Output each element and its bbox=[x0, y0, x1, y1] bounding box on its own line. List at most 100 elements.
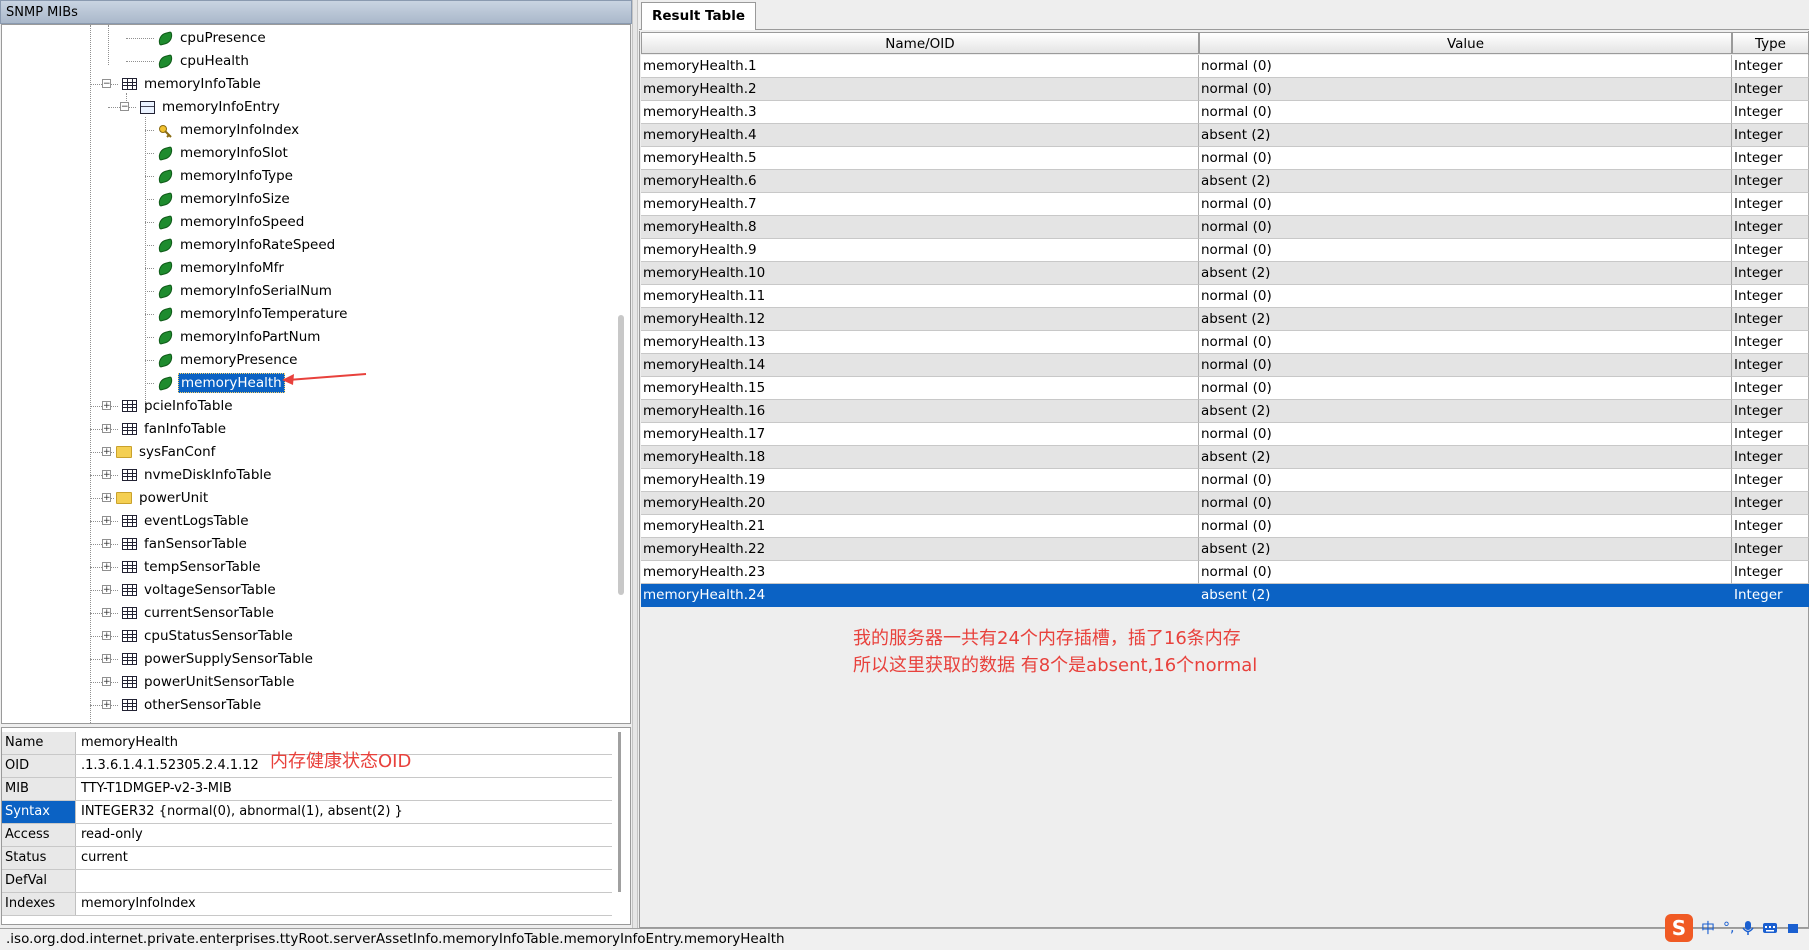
table-row[interactable]: memoryHealth.12 absent (2) Integer bbox=[641, 308, 1809, 331]
table-row[interactable]: memoryHealth.13 normal (0) Integer bbox=[641, 331, 1809, 354]
table-row[interactable]: memoryHealth.21 normal (0) Integer bbox=[641, 515, 1809, 538]
tree-node-cpuPresence[interactable]: cpuPresence bbox=[156, 27, 268, 49]
tree-node-memoryInfoSize[interactable]: memoryInfoSize bbox=[156, 188, 292, 210]
tree-node-powerUnit[interactable]: powerUnit bbox=[116, 487, 210, 509]
cell-value: normal (0) bbox=[1199, 331, 1732, 354]
property-name: Status bbox=[2, 847, 76, 869]
ime-language-indicator[interactable]: 中 bbox=[1701, 918, 1715, 938]
tree-node-cpuHealth[interactable]: cpuHealth bbox=[156, 50, 251, 72]
tree-node-memoryPresence[interactable]: memoryPresence bbox=[156, 349, 300, 371]
tree-node-label: memoryPresence bbox=[180, 352, 298, 368]
table-row[interactable]: memoryHealth.11 normal (0) Integer bbox=[641, 285, 1809, 308]
tree-node-fanInfoTable[interactable]: fanInfoTable bbox=[122, 418, 228, 440]
table-row[interactable]: memoryHealth.6 absent (2) Integer bbox=[641, 170, 1809, 193]
expand-toggle-icon[interactable]: + bbox=[102, 470, 111, 480]
tree-node-memoryInfoSerialNum[interactable]: memoryInfoSerialNum bbox=[156, 280, 334, 302]
table-row[interactable]: memoryHealth.24 absent (2) Integer bbox=[641, 584, 1809, 607]
table-row[interactable]: memoryHealth.16 absent (2) Integer bbox=[641, 400, 1809, 423]
properties-scrollbar-thumb[interactable] bbox=[618, 732, 621, 892]
expand-toggle-icon[interactable]: + bbox=[102, 608, 111, 618]
expand-toggle-icon[interactable]: + bbox=[102, 516, 111, 526]
panel-splitter[interactable] bbox=[632, 0, 638, 928]
table-row[interactable]: memoryHealth.1 normal (0) Integer bbox=[641, 55, 1809, 78]
tree-node-memoryInfoType[interactable]: memoryInfoType bbox=[156, 165, 295, 187]
tree-node-memoryInfoEntry[interactable]: memoryInfoEntry bbox=[140, 96, 282, 118]
table-row[interactable]: memoryHealth.14 normal (0) Integer bbox=[641, 354, 1809, 377]
tree-connector-line bbox=[145, 360, 154, 361]
microphone-icon[interactable] bbox=[1742, 920, 1755, 936]
expand-toggle-icon[interactable]: + bbox=[102, 631, 111, 641]
property-row-defval[interactable]: DefVal bbox=[2, 870, 612, 893]
property-row-mib[interactable]: MIB TTY-T1DMGEP-v2-3-MIB bbox=[2, 778, 612, 801]
expand-toggle-icon[interactable]: + bbox=[102, 585, 111, 595]
cell-type: Integer bbox=[1732, 308, 1809, 331]
table-row[interactable]: memoryHealth.7 normal (0) Integer bbox=[641, 193, 1809, 216]
table-row[interactable]: memoryHealth.3 normal (0) Integer bbox=[641, 101, 1809, 124]
cell-type: Integer bbox=[1732, 354, 1809, 377]
tree-node-memoryInfoRateSpeed[interactable]: memoryInfoRateSpeed bbox=[156, 234, 337, 256]
table-row[interactable]: memoryHealth.9 normal (0) Integer bbox=[641, 239, 1809, 262]
table-row[interactable]: memoryHealth.8 normal (0) Integer bbox=[641, 216, 1809, 239]
tree-node-memoryInfoTable[interactable]: memoryInfoTable bbox=[122, 73, 263, 95]
ime-toolbar[interactable]: S 中 °, bbox=[1665, 913, 1800, 943]
tree-scrollbar-thumb[interactable] bbox=[618, 315, 624, 595]
tree-node-sysFanConf[interactable]: sysFanConf bbox=[116, 441, 217, 463]
property-row-access[interactable]: Access read-only bbox=[2, 824, 612, 847]
table-row[interactable]: memoryHealth.20 normal (0) Integer bbox=[641, 492, 1809, 515]
table-row[interactable]: memoryHealth.10 absent (2) Integer bbox=[641, 262, 1809, 285]
table-row[interactable]: memoryHealth.19 normal (0) Integer bbox=[641, 469, 1809, 492]
table-row[interactable]: memoryHealth.18 absent (2) Integer bbox=[641, 446, 1809, 469]
tree-node-voltageSensorTable[interactable]: voltageSensorTable bbox=[122, 579, 278, 601]
expand-toggle-icon[interactable]: + bbox=[102, 424, 111, 434]
column-header-name-oid[interactable]: Name/OID bbox=[641, 32, 1199, 54]
collapse-toggle-icon[interactable]: − bbox=[120, 102, 129, 112]
sogou-logo-icon[interactable]: S bbox=[1665, 914, 1693, 942]
table-row[interactable]: memoryHealth.15 normal (0) Integer bbox=[641, 377, 1809, 400]
table-row[interactable]: memoryHealth.5 normal (0) Integer bbox=[641, 147, 1809, 170]
table-row[interactable]: memoryHealth.17 normal (0) Integer bbox=[641, 423, 1809, 446]
column-header-value[interactable]: Value bbox=[1199, 32, 1732, 54]
tab-result-table[interactable]: Result Table bbox=[641, 2, 756, 30]
property-row-indexes[interactable]: Indexes memoryInfoIndex bbox=[2, 893, 612, 916]
expand-toggle-icon[interactable]: + bbox=[102, 539, 111, 549]
table-row[interactable]: memoryHealth.23 normal (0) Integer bbox=[641, 561, 1809, 584]
tree-node-memoryInfoMfr[interactable]: memoryInfoMfr bbox=[156, 257, 286, 279]
tree-node-powerSupplySensorTable[interactable]: powerSupplySensorTable bbox=[122, 648, 315, 670]
collapse-toggle-icon[interactable]: − bbox=[102, 79, 111, 89]
property-row-syntax[interactable]: Syntax INTEGER32 {normal(0), abnormal(1),… bbox=[2, 801, 612, 824]
expand-toggle-icon[interactable]: + bbox=[102, 562, 111, 572]
table-row[interactable]: memoryHealth.4 absent (2) Integer bbox=[641, 124, 1809, 147]
expand-toggle-icon[interactable]: + bbox=[102, 447, 111, 457]
tree-node-powerUnitSensorTable[interactable]: powerUnitSensorTable bbox=[122, 671, 296, 693]
tree-node-memoryInfoSlot[interactable]: memoryInfoSlot bbox=[156, 142, 290, 164]
expand-toggle-icon[interactable]: + bbox=[102, 654, 111, 664]
ime-punctuation-indicator[interactable]: °, bbox=[1723, 920, 1734, 936]
expand-toggle-icon[interactable]: + bbox=[102, 493, 111, 503]
tree-node-eventLogsTable[interactable]: eventLogsTable bbox=[122, 510, 251, 532]
keyboard-icon[interactable] bbox=[1762, 921, 1778, 935]
tree-node-nvmeDiskInfoTable[interactable]: nvmeDiskInfoTable bbox=[122, 464, 273, 486]
tree-node-otherSensorTable[interactable]: otherSensorTable bbox=[122, 694, 263, 716]
table-row[interactable]: memoryHealth.2 normal (0) Integer bbox=[641, 78, 1809, 101]
expand-toggle-icon[interactable]: + bbox=[102, 401, 111, 411]
table-row[interactable]: memoryHealth.22 absent (2) Integer bbox=[641, 538, 1809, 561]
tree-node-memoryInfoSpeed[interactable]: memoryInfoSpeed bbox=[156, 211, 306, 233]
tree-node-fanSensorTable[interactable]: fanSensorTable bbox=[122, 533, 249, 555]
cell-name: memoryHealth.10 bbox=[641, 262, 1199, 285]
expand-toggle-icon[interactable]: + bbox=[102, 677, 111, 687]
tree-node-pcieInfoTable[interactable]: pcieInfoTable bbox=[122, 395, 235, 417]
tree-node-memoryInfoPartNum[interactable]: memoryInfoPartNum bbox=[156, 326, 322, 348]
tree-node-memoryHealth[interactable]: memoryHealth bbox=[156, 372, 285, 394]
tree-node-tempSensorTable[interactable]: tempSensorTable bbox=[122, 556, 263, 578]
tree-node-cpuStatusSensorTable[interactable]: cpuStatusSensorTable bbox=[122, 625, 295, 647]
tree-node-currentSensorTable[interactable]: currentSensorTable bbox=[122, 602, 276, 624]
folder-icon bbox=[116, 492, 132, 504]
expand-toggle-icon[interactable]: + bbox=[102, 700, 111, 710]
property-row-status[interactable]: Status current bbox=[2, 847, 612, 870]
tree-node-label: powerUnitSensorTable bbox=[144, 674, 295, 690]
cell-value: normal (0) bbox=[1199, 561, 1732, 584]
tree-node-memoryInfoTemperature[interactable]: memoryInfoTemperature bbox=[156, 303, 349, 325]
column-header-type[interactable]: Type bbox=[1732, 32, 1809, 54]
skin-icon[interactable] bbox=[1786, 921, 1800, 935]
tree-node-memoryInfoIndex[interactable]: memoryInfoIndex bbox=[158, 119, 301, 141]
